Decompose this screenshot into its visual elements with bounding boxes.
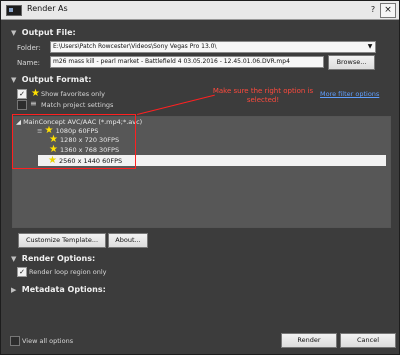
cancel-button[interactable]: Cancel <box>340 333 396 348</box>
match-project-checkbox[interactable] <box>17 100 27 110</box>
metadata-options-label: Metadata Options: <box>21 285 106 294</box>
render-loop-label: Render loop region only <box>29 268 107 276</box>
render-as-dialog: Render As ? × ▼ Output File: Folder: E:\… <box>0 0 400 355</box>
output-file-header[interactable]: ▼ Output File: <box>11 28 76 37</box>
window-title: Render As <box>27 4 68 13</box>
collapse-arrow-icon: ▼ <box>11 29 17 37</box>
render-options-header[interactable]: ▼ Render Options: <box>11 254 95 263</box>
favorite-star-icon: ★ <box>31 88 40 99</box>
browse-button[interactable]: Browse... <box>328 55 375 70</box>
match-settings-icon: ≡ <box>30 99 37 108</box>
show-favorites-label: Show favorites only <box>41 90 105 98</box>
folder-label: Folder: <box>17 44 41 52</box>
folder-dropdown[interactable]: E:\Users\Patch Rowcester\Videos\Sony Veg… <box>50 41 376 53</box>
output-file-label: Output File: <box>21 28 76 37</box>
view-all-options-label: View all options <box>22 337 74 345</box>
customize-template-button[interactable]: Customize Template... <box>18 233 106 248</box>
folder-value: E:\Users\Patch Rowcester\Videos\Sony Veg… <box>53 43 217 50</box>
render-button[interactable]: Render <box>281 333 337 348</box>
about-button[interactable]: About... <box>108 233 148 248</box>
dropdown-arrow-icon: ▼ <box>367 43 373 50</box>
output-format-header[interactable]: ▼ Output Format: <box>11 75 92 84</box>
app-icon <box>6 5 22 16</box>
name-input[interactable]: m26 mass kill - pearl market - Battlefie… <box>50 56 324 68</box>
show-favorites-checkbox[interactable]: ✓ <box>17 89 27 99</box>
help-button[interactable]: ? <box>367 4 379 15</box>
close-button[interactable]: × <box>380 3 396 18</box>
name-label: Name: <box>17 59 41 67</box>
collapse-arrow-icon: ▼ <box>11 76 17 84</box>
render-options-label: Render Options: <box>21 254 96 263</box>
name-value: m26 mass kill - pearl market - Battlefie… <box>53 58 290 65</box>
expand-arrow-icon: ▶ <box>11 286 17 294</box>
title-bar: Render As ? × <box>1 1 399 20</box>
output-format-label: Output Format: <box>21 75 92 84</box>
annotation-arrow <box>137 94 215 115</box>
collapse-arrow-icon: ▼ <box>11 255 17 263</box>
match-project-label: Match project settings <box>41 101 114 109</box>
annotation-text: Make sure the right option is selected! <box>212 87 314 104</box>
annotation-highlight-box <box>12 114 136 169</box>
metadata-options-header[interactable]: ▶ Metadata Options: <box>11 285 106 294</box>
render-loop-checkbox[interactable]: ✓ <box>17 267 27 277</box>
more-filter-options-link[interactable]: More filter options <box>320 90 379 98</box>
view-all-options-checkbox[interactable] <box>10 336 20 346</box>
